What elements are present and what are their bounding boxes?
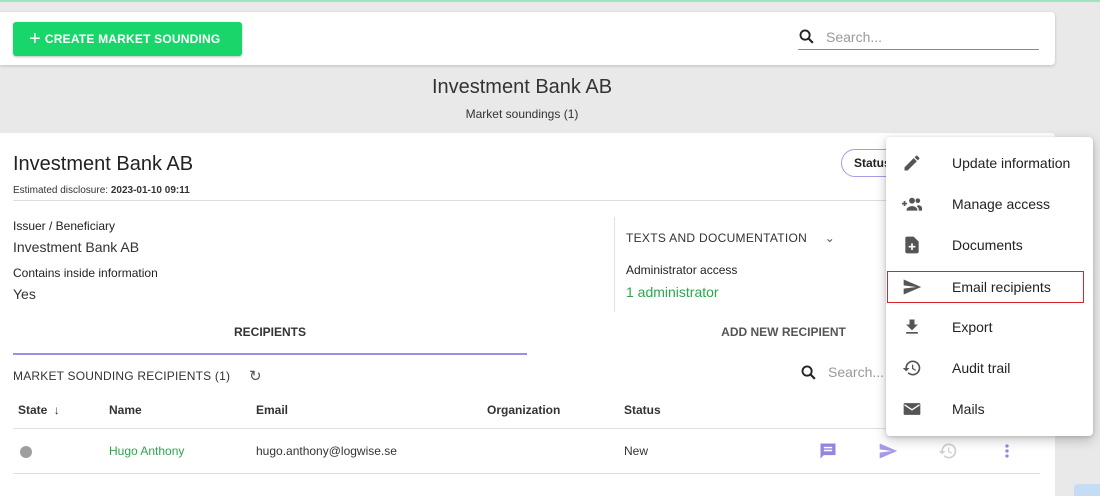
issuer-value: Investment Bank AB	[13, 239, 140, 255]
group-add-icon	[900, 192, 924, 216]
menu-item-email-recipients[interactable]: Email recipients	[887, 271, 1084, 303]
recipient-email: hugo.anthony@logwise.se	[256, 444, 397, 458]
admin-access-link[interactable]: 1 administrator	[626, 284, 719, 300]
row-divider	[13, 473, 1040, 474]
chevron-down-icon: ⌄	[824, 231, 836, 245]
history-icon	[900, 356, 924, 380]
menu-item-update-information[interactable]: Update information	[886, 142, 1093, 183]
pencil-icon	[900, 151, 924, 175]
column-divider	[614, 217, 615, 312]
menu-item-audit-trail[interactable]: Audit trail	[886, 347, 1093, 388]
top-accent-line	[0, 0, 1100, 2]
download-icon	[900, 315, 924, 339]
actions-menu: Update information Manage access Documen…	[886, 137, 1093, 436]
menu-item-label: Email recipients	[952, 279, 1051, 295]
inside-info-value: Yes	[13, 286, 36, 302]
more-vertical-icon[interactable]	[995, 439, 1019, 463]
search-icon	[799, 29, 814, 44]
recipients-list-title: MARKET SOUNDING RECIPIENTS (1)	[13, 369, 231, 383]
menu-item-mails[interactable]: Mails	[886, 388, 1093, 429]
menu-item-documents[interactable]: Documents	[886, 224, 1093, 265]
column-header-email[interactable]: Email	[256, 403, 288, 417]
column-header-state[interactable]: State ↓	[18, 403, 60, 417]
search-input[interactable]: Search...	[798, 24, 1039, 50]
menu-item-label: Export	[952, 318, 993, 335]
column-header-organization[interactable]: Organization	[487, 403, 560, 417]
mail-icon	[900, 397, 924, 421]
comment-icon[interactable]	[816, 439, 840, 463]
state-indicator-icon	[20, 446, 32, 458]
active-tab-indicator	[13, 353, 527, 355]
inside-info-label: Contains inside information	[13, 266, 158, 280]
recipients-search-placeholder: Search...	[828, 364, 885, 380]
menu-item-label: Audit trail	[952, 359, 1011, 376]
state-header-label: State	[18, 403, 48, 417]
top-toolbar: + CREATE MARKET SOUNDING Search...	[0, 12, 1055, 65]
plus-icon: +	[29, 28, 41, 50]
recipient-name-link[interactable]: Hugo Anthony	[109, 444, 184, 458]
send-icon[interactable]	[876, 439, 900, 463]
menu-item-label: Documents	[952, 236, 1023, 253]
column-header-status[interactable]: Status	[624, 403, 661, 417]
admin-access-label: Administrator access	[626, 263, 738, 277]
menu-item-label: Manage access	[952, 195, 1051, 212]
create-market-sounding-button[interactable]: + CREATE MARKET SOUNDING	[13, 22, 242, 56]
page-title: Investment Bank AB	[431, 76, 613, 98]
disclosure-label: Estimated disclosure:	[13, 185, 109, 196]
menu-item-label: Update information	[952, 154, 1071, 171]
issuer-label: Issuer / Beneficiary	[13, 219, 116, 233]
menu-item-export[interactable]: Export	[886, 306, 1093, 347]
search-icon	[801, 365, 816, 380]
arrow-down-icon: ↓	[53, 403, 60, 417]
disclosure-value: 2023-01-10 09:11	[110, 185, 190, 196]
texts-documentation-toggle[interactable]: TEXTS AND DOCUMENTATION ⌄	[626, 231, 835, 245]
create-button-label: CREATE MARKET SOUNDING	[44, 32, 221, 46]
send-icon	[900, 275, 924, 299]
document-add-icon	[900, 233, 924, 257]
page-subtitle: Market soundings (1)	[465, 107, 579, 121]
estimated-disclosure: Estimated disclosure: 2023-01-10 09:11	[13, 185, 190, 196]
recipients-search-input[interactable]: Search...	[800, 359, 890, 385]
corner-widget[interactable]	[1074, 484, 1100, 496]
refresh-icon[interactable]: ↻	[249, 367, 262, 385]
search-placeholder: Search...	[826, 28, 883, 45]
card-title: Investment Bank AB	[13, 153, 194, 175]
column-header-name[interactable]: Name	[109, 403, 142, 417]
menu-item-manage-access[interactable]: Manage access	[886, 183, 1093, 224]
history-icon[interactable]	[936, 439, 960, 463]
menu-item-label: Mails	[952, 400, 985, 417]
texts-documentation-label: TEXTS AND DOCUMENTATION	[626, 231, 808, 245]
recipient-status: New	[624, 444, 649, 458]
tab-recipients[interactable]: RECIPIENTS	[13, 325, 527, 339]
